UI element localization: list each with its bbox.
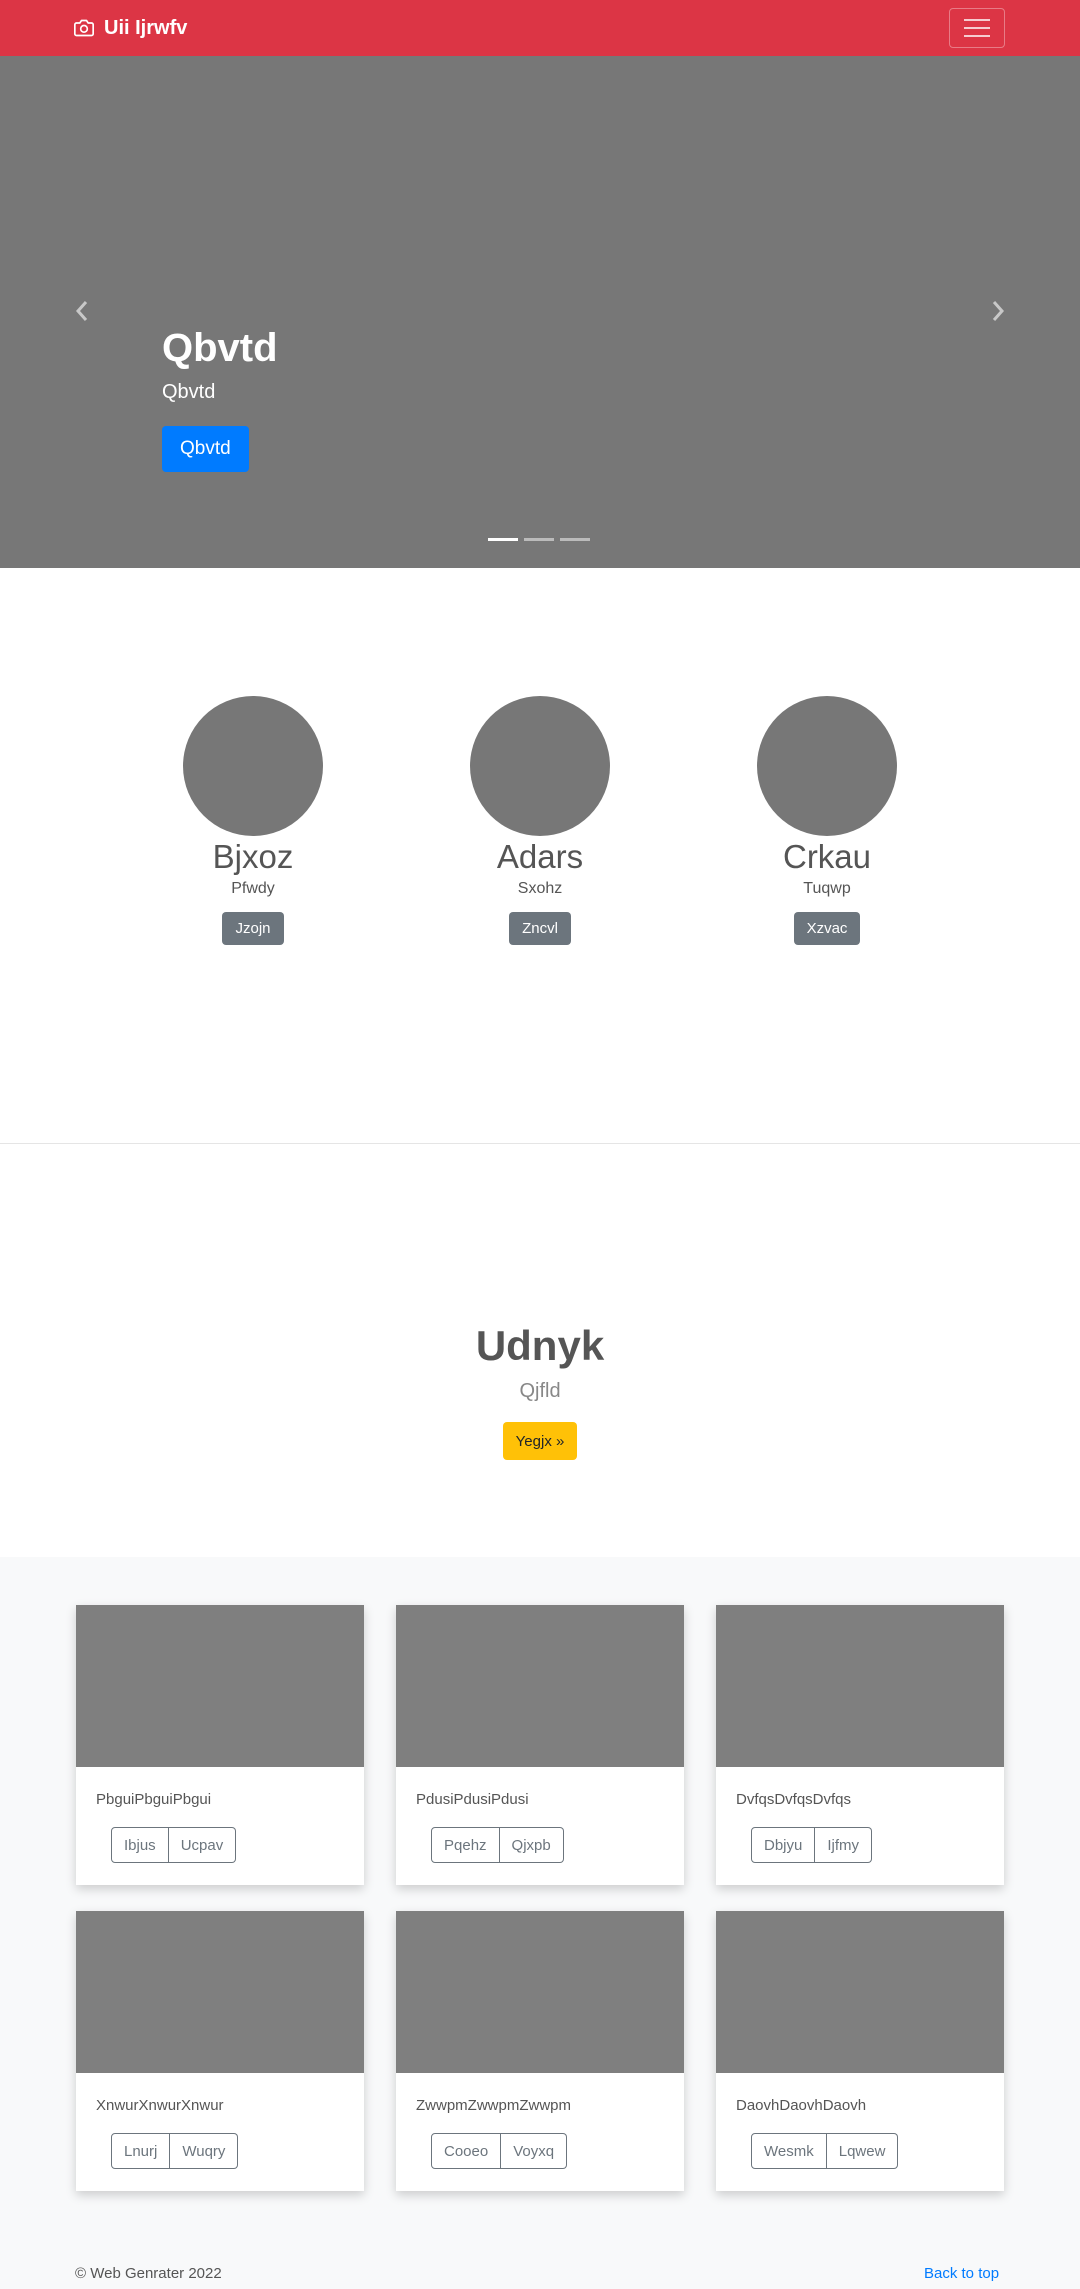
feature-heading: Udnyk — [475, 1322, 605, 1369]
member-role: Pfwdy — [231, 880, 275, 897]
card-text: PbguiPbguiPbgui — [96, 1791, 212, 1808]
card-button[interactable]: Qjxpb — [499, 1827, 564, 1863]
carousel-title: Qbvtd — [162, 326, 278, 370]
carousel-cta-button[interactable]: Qbvtd — [162, 426, 249, 472]
card-button[interactable]: Ucpav — [168, 1827, 237, 1863]
camera-icon — [74, 19, 94, 37]
card-button-group: Ibjus Ucpav — [111, 1827, 237, 1863]
hero-carousel: Qbvtd Qbvtd Qbvtd — [0, 56, 1080, 568]
brand-link[interactable]: Uii Ijrwfv — [74, 0, 187, 56]
member-button[interactable]: Xzvac — [793, 912, 861, 945]
team-member: Crkau Tuqwp Xzvac — [727, 696, 927, 945]
chevron-right-icon — [992, 301, 1005, 321]
card-text: XnwurXnwurXnwur — [96, 2097, 224, 2114]
card-thumbnail — [396, 1605, 684, 1767]
card-button[interactable]: Ibjus — [111, 1827, 169, 1863]
member-name: Bjxoz — [212, 838, 294, 875]
navbar-toggler-button[interactable] — [949, 8, 1005, 48]
chevron-left-icon — [75, 301, 88, 321]
card-button[interactable]: Lnurj — [111, 2133, 171, 2169]
card-button[interactable]: Cooeo — [431, 2133, 502, 2169]
member-name: Crkau — [782, 838, 872, 875]
navbar: Uii Ijrwfv — [0, 0, 1080, 56]
team-member: Bjxoz Pfwdy Jzojn — [153, 696, 353, 945]
album-card: ZwwpmZwwpmZwwpm Cooeo Voyxq — [396, 1911, 684, 2191]
member-button[interactable]: Jzojn — [222, 912, 284, 945]
card-button[interactable]: Pqehz — [431, 1827, 500, 1863]
card-thumbnail — [716, 1911, 1004, 2073]
card-text: PdusiPdusiPdusi — [416, 1791, 529, 1808]
carousel-indicator-2[interactable] — [524, 538, 554, 541]
avatar — [183, 696, 323, 836]
card-thumbnail — [76, 1911, 364, 2073]
card-button-group: Dbjyu Ijfmy — [751, 1827, 873, 1863]
album-card: PbguiPbguiPbgui Ibjus Ucpav — [76, 1605, 364, 1885]
card-button[interactable]: Ijfmy — [815, 1827, 873, 1863]
avatar — [757, 696, 897, 836]
brand-name: Uii Ijrwfv — [104, 16, 188, 39]
album-card: XnwurXnwurXnwur Lnurj Wuqry — [76, 1911, 364, 2191]
carousel-prev-button[interactable] — [70, 296, 94, 326]
card-button-group: Wesmk Lqwew — [751, 2133, 899, 2169]
member-button[interactable]: Zncvl — [509, 912, 571, 945]
carousel-indicator-1[interactable] — [488, 538, 518, 541]
member-role: Tuqwp — [803, 880, 851, 897]
member-name: Adars — [496, 838, 584, 875]
card-button[interactable]: Dbjyu — [751, 1827, 816, 1863]
card-text: DvfqsDvfqsDvfqs — [736, 1791, 852, 1808]
card-button[interactable]: Voyxq — [501, 2133, 568, 2169]
card-button-group: Pqehz Qjxpb — [431, 1827, 564, 1863]
card-text: ZwwpmZwwpmZwwpm — [416, 2097, 571, 2114]
carousel-indicators — [488, 538, 590, 541]
card-thumbnail — [396, 1911, 684, 2073]
carousel-next-button[interactable] — [986, 296, 1010, 326]
card-thumbnail — [76, 1605, 364, 1767]
hamburger-icon — [964, 19, 990, 21]
card-button[interactable]: Wesmk — [751, 2133, 827, 2169]
card-button[interactable]: Lqwew — [826, 2133, 899, 2169]
member-role: Sxohz — [517, 880, 563, 897]
back-to-top-link[interactable]: Back to top — [924, 2265, 999, 2282]
carousel-indicator-3[interactable] — [560, 538, 590, 541]
copyright-text: © Web Genrater 2022 — [75, 2265, 222, 2282]
album-section: PbguiPbguiPbgui Ibjus Ucpav PdusiPdusiPd… — [0, 1557, 1080, 2257]
card-button-group: Lnurj Wuqry — [111, 2133, 239, 2169]
carousel-caption: Qbvtd Qbvtd Qbvtd — [162, 326, 278, 472]
album-card: DaovhDaovhDaovh Wesmk Lqwew — [716, 1911, 1004, 2191]
feature-button[interactable]: Yegjx » — [503, 1422, 577, 1460]
card-button-group: Cooeo Voyxq — [431, 2133, 568, 2169]
album-card: DvfqsDvfqsDvfqs Dbjyu Ijfmy — [716, 1605, 1004, 1885]
footer: © Web Genrater 2022 Back to top — [0, 2257, 1080, 2289]
feature-lead: Qjfld — [519, 1380, 561, 1402]
team-member: Adars Sxohz Zncvl — [440, 696, 640, 945]
avatar — [470, 696, 610, 836]
card-thumbnail — [716, 1605, 1004, 1767]
album-card: PdusiPdusiPdusi Pqehz Qjxpb — [396, 1605, 684, 1885]
carousel-subtitle: Qbvtd — [162, 381, 216, 403]
card-button[interactable]: Wuqry — [170, 2133, 239, 2169]
card-text: DaovhDaovhDaovh — [736, 2097, 867, 2114]
team-section: Bjxoz Pfwdy Jzojn Adars Sxohz Zncvl Crka… — [0, 568, 1080, 1144]
feature-section: Udnyk Qjfld Yegjx » — [0, 1144, 1080, 1557]
